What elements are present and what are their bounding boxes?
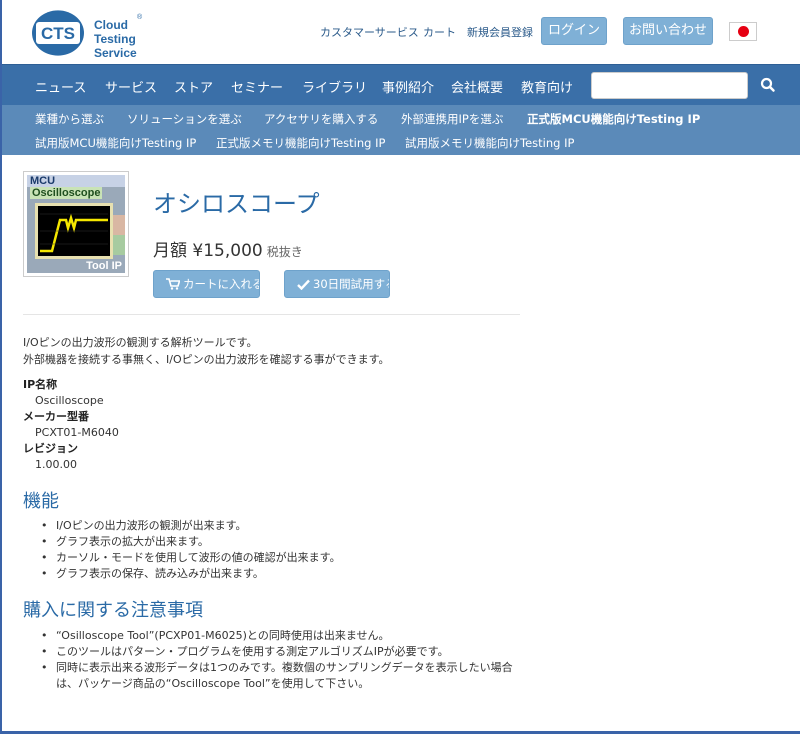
- product-description: I/Oピンの出力波形の観測する解析ツールです。 外部機器を接続する事無く、I/O…: [23, 334, 390, 368]
- description-line: I/Oピンの出力波形の観測する解析ツールです。: [23, 336, 258, 349]
- site-logo[interactable]: CTS Cloud Testing Service ®: [22, 10, 172, 60]
- site-header: CTS Cloud Testing Service ® カスタマーサービス カー…: [0, 0, 800, 64]
- spec-value-model: PCXT01-M6040: [35, 426, 119, 439]
- thumb-tool-label: Tool IP: [86, 260, 122, 272]
- subnav-item-mcu-trial[interactable]: 試用版MCU機能向けTesting IP: [35, 135, 196, 151]
- list-item: I/Oピンの出力波形の観測が出来ます。: [23, 518, 523, 534]
- list-item: カーソル・モードを使用して波形の値の確認が出来ます。: [23, 550, 523, 566]
- customer-service-link[interactable]: カスタマーサービス: [320, 24, 419, 40]
- logo-line-2: Testing: [94, 32, 136, 46]
- oscilloscope-screen-icon: [35, 203, 113, 259]
- logo-text: Cloud Testing Service: [94, 18, 137, 60]
- check-icon: [297, 279, 310, 291]
- japan-flag-icon[interactable]: [729, 22, 757, 41]
- features-list: I/Oピンの出力波形の観測が出来ます。 グラフ表示の拡大が出来ます。 カーソル・…: [23, 518, 523, 582]
- spec-term-model: メーカー型番: [23, 410, 89, 423]
- spec-term-ip-name: IP名称: [23, 378, 58, 391]
- spec-list: IP名称 Oscilloscope メーカー型番 PCXT01-M6040 レビ…: [23, 377, 119, 473]
- cts-logo-icon: CTS: [32, 10, 84, 56]
- list-item: 同時に表示出来る波形データは1つのみです。複数個のサンプリングデータを表示したい…: [23, 660, 520, 692]
- waveform-icon: [40, 213, 108, 253]
- description-line: 外部機器を接続する事無く、I/Oピンの出力波形を確認する事ができます。: [23, 353, 390, 366]
- price-value: 月額 ¥15,000: [153, 241, 263, 261]
- product-price: 月額 ¥15,000 税抜き: [153, 236, 303, 261]
- subnav-item-industry[interactable]: 業種から選ぶ: [35, 111, 104, 127]
- login-button[interactable]: ログイン: [541, 17, 607, 45]
- logo-mark: CTS: [41, 24, 75, 43]
- subnav-item-memory-trial[interactable]: 試用版メモリ機能向けTesting IP: [405, 135, 574, 151]
- list-item: “Osilloscope Tool”(PCXP01-M6025)との同時使用は出…: [23, 628, 520, 644]
- nav-item-company[interactable]: 会社概要: [451, 77, 503, 96]
- spec-value-ip-name: Oscilloscope: [35, 394, 104, 407]
- list-item: グラフ表示の拡大が出来ます。: [23, 534, 523, 550]
- nav-item-case-studies[interactable]: 事例紹介: [382, 77, 434, 96]
- sub-nav: 業種から選ぶ ソリューションを選ぶ アクセサリを購入する 外部連携用IPを選ぶ …: [2, 105, 800, 155]
- notes-heading: 購入に関する注意事項: [23, 600, 203, 621]
- search-input[interactable]: [591, 72, 748, 99]
- registered-mark: ®: [137, 14, 143, 21]
- notes-list: “Osilloscope Tool”(PCXP01-M6025)との同時使用は出…: [23, 628, 520, 692]
- main-nav: ニュース サービス ストア セミナー ライブラリ 事例紹介 会社概要 教育向け: [2, 64, 800, 105]
- nav-item-store[interactable]: ストア: [174, 77, 213, 96]
- features-heading: 機能: [23, 491, 59, 512]
- trial-label: 30日間試用する: [313, 277, 390, 291]
- thumb-name-label: Oscilloscope: [30, 187, 103, 199]
- product-image-art: MCU Oscilloscope Tool IP: [27, 175, 125, 273]
- nav-item-seminar[interactable]: セミナー: [231, 77, 283, 96]
- cart-link[interactable]: カート: [423, 24, 456, 40]
- product-title: オシロスコープ: [153, 190, 320, 218]
- nav-item-library[interactable]: ライブラリ: [302, 77, 367, 96]
- subnav-item-solution[interactable]: ソリューションを選ぶ: [127, 111, 242, 127]
- divider: [23, 314, 520, 315]
- spec-value-revision: 1.00.00: [35, 458, 77, 471]
- list-item: グラフ表示の保存、読み込みが出来ます。: [23, 566, 523, 582]
- add-to-cart-button[interactable]: カートに入れる: [153, 270, 260, 298]
- nav-item-services[interactable]: サービス: [105, 77, 157, 96]
- trial-button[interactable]: 30日間試用する: [284, 270, 390, 298]
- subnav-item-mcu-full[interactable]: 正式版MCU機能向けTesting IP: [527, 111, 700, 127]
- logo-line-3: Service: [94, 46, 137, 60]
- register-link[interactable]: 新規会員登録: [467, 24, 533, 40]
- product-image[interactable]: MCU Oscilloscope Tool IP: [23, 171, 129, 277]
- nav-item-news[interactable]: ニュース: [35, 77, 86, 96]
- search-icon[interactable]: [758, 75, 778, 95]
- logo-line-1: Cloud: [94, 18, 128, 32]
- nav-item-education[interactable]: 教育向け: [521, 77, 573, 96]
- thumb-mcu-label: MCU: [30, 175, 56, 187]
- list-item: このツールはパターン・プログラムを使用する測定アルゴリズムIPが必要です。: [23, 644, 520, 660]
- subnav-item-accessories[interactable]: アクセサリを購入する: [264, 111, 378, 127]
- flag-circle: [738, 26, 749, 37]
- cart-icon: [166, 278, 181, 290]
- add-to-cart-label: カートに入れる: [183, 277, 260, 291]
- spec-term-revision: レビジョン: [23, 442, 78, 455]
- subnav-item-memory-full[interactable]: 正式版メモリ機能向けTesting IP: [216, 135, 385, 151]
- subnav-item-external-ip[interactable]: 外部連携用IPを選ぶ: [401, 111, 503, 127]
- contact-button[interactable]: お問い合わせ: [623, 17, 713, 45]
- tax-note: 税抜き: [266, 245, 303, 259]
